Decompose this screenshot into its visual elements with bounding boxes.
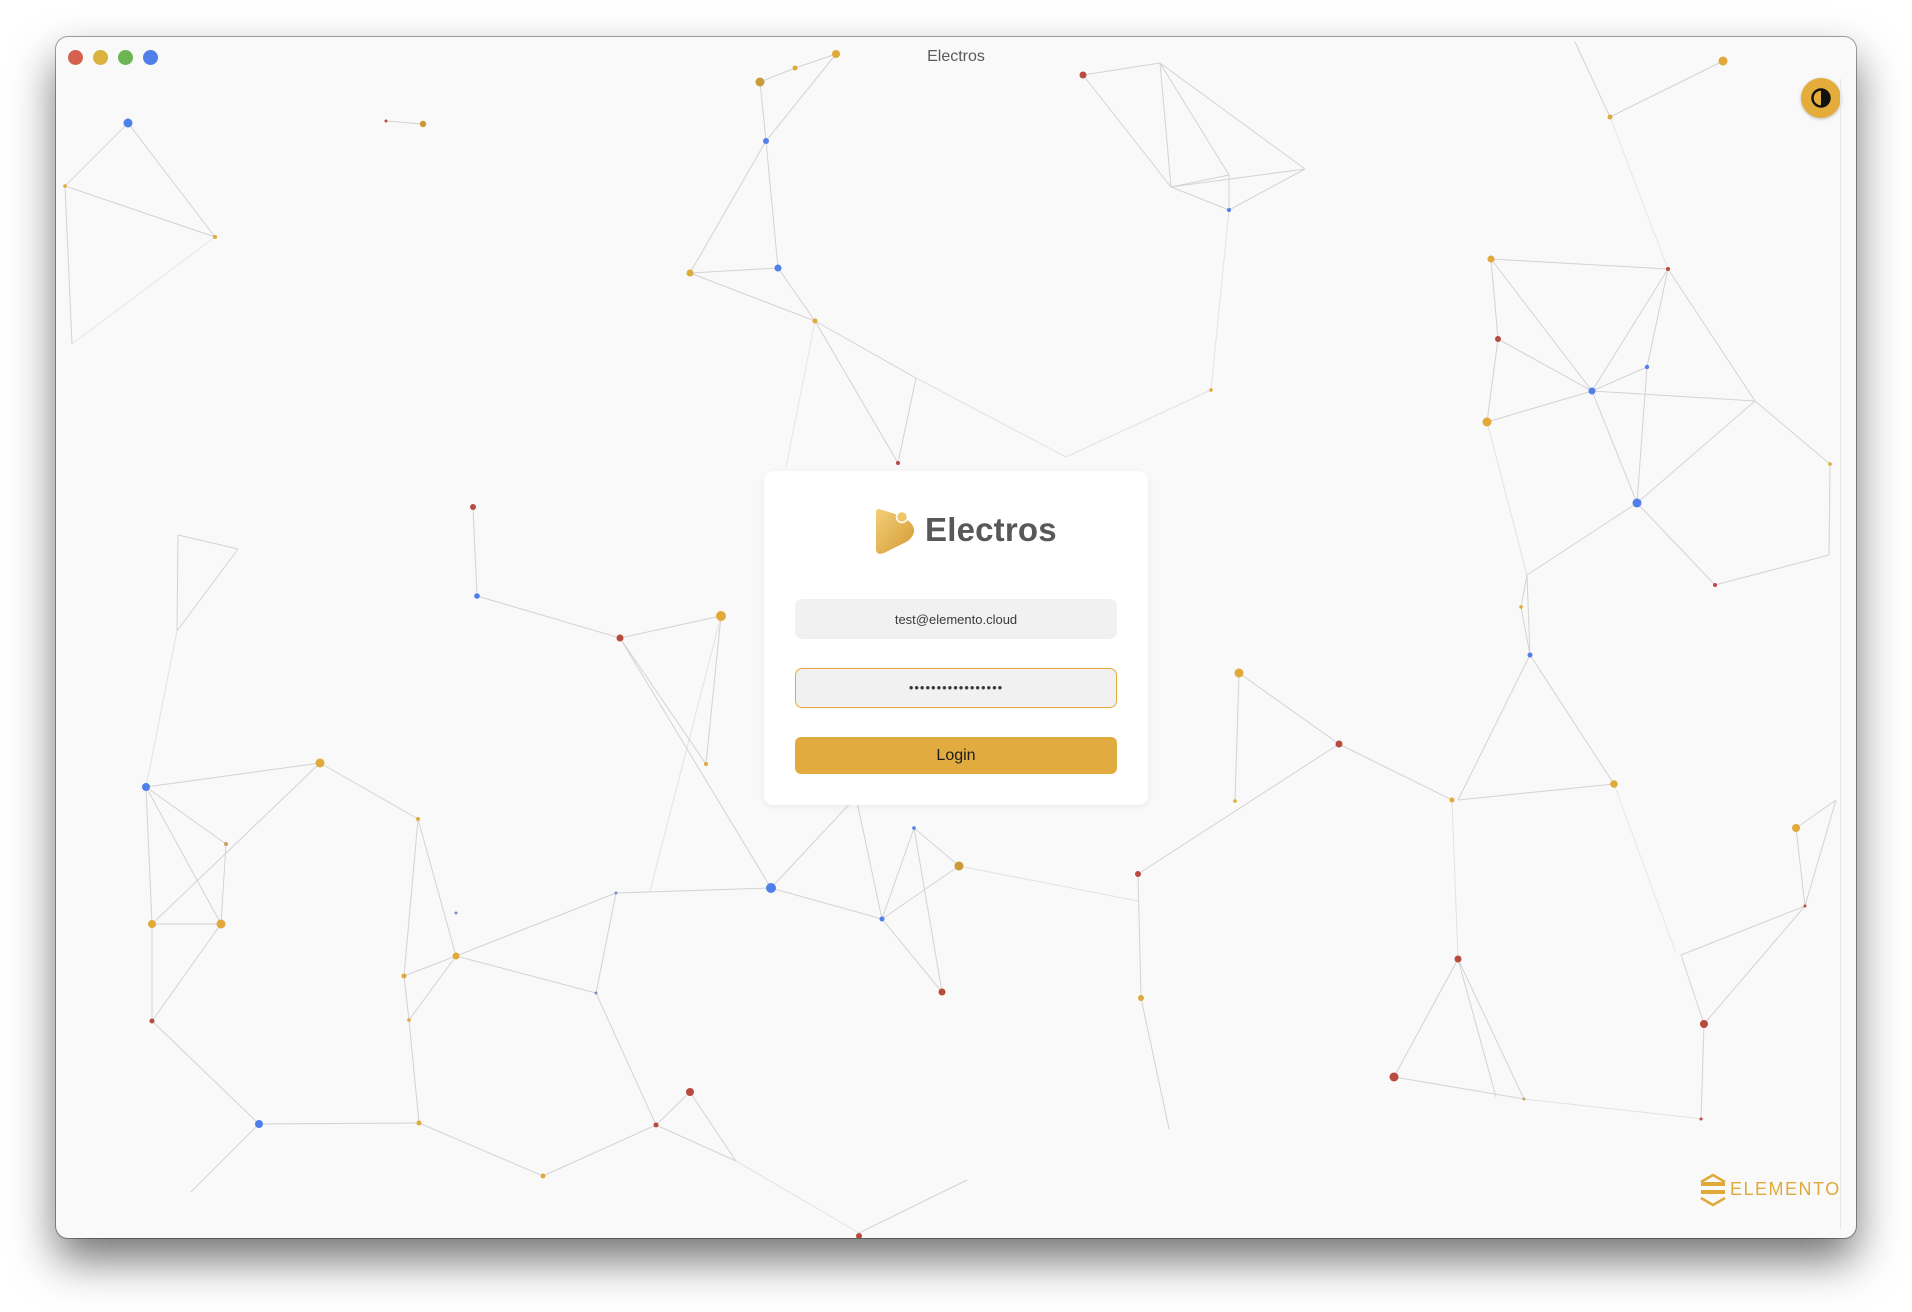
app-window: Electros Electros test@elemento.cloud ••…: [56, 37, 1856, 1238]
scrollbar-track: [1840, 79, 1841, 1229]
theme-toggle-button[interactable]: [1801, 78, 1841, 118]
company-name: ELEMENTO: [1730, 1179, 1841, 1199]
electros-logo-icon: [876, 509, 915, 554]
login-card: Electros test@elemento.cloud •••••••••••…: [764, 471, 1148, 805]
login-button[interactable]: Login: [795, 737, 1117, 774]
brand-header: Electros: [764, 507, 1148, 557]
brand-name: Electros: [925, 511, 1057, 548]
elemento-logo: ELEMENTO: [1698, 1173, 1841, 1207]
contrast-icon: [1811, 88, 1831, 108]
password-field[interactable]: •••••••••••••••••: [795, 668, 1117, 708]
elemento-logo-icon: [1700, 1173, 1726, 1207]
title-bar: Electros: [56, 37, 1856, 79]
window-title: Electros: [927, 48, 985, 65]
email-field[interactable]: test@elemento.cloud: [795, 599, 1117, 639]
